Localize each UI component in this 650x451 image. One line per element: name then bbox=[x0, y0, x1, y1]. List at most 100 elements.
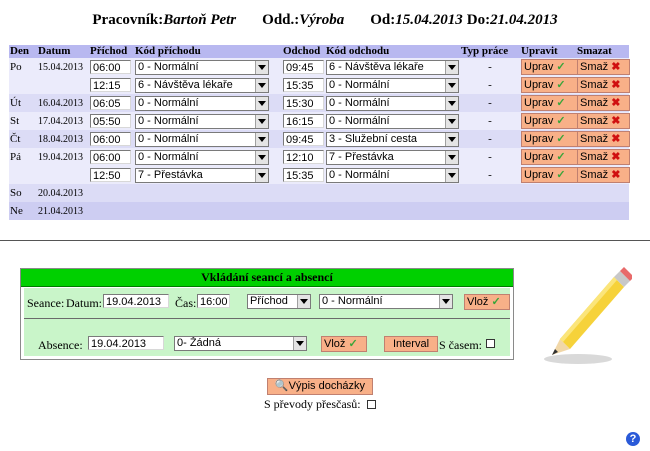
edit-button[interactable]: Uprav ✓ bbox=[521, 149, 579, 165]
departure-time-input[interactable]: 15:35 bbox=[283, 168, 324, 182]
arrival-time-input[interactable]: 06:00 bbox=[90, 150, 131, 164]
departure-code-value: 0 - Normální bbox=[329, 96, 390, 109]
seance-time-input[interactable]: 16:00 bbox=[197, 294, 230, 308]
delete-cell: Smaž ✖ bbox=[576, 76, 630, 94]
edit-label: Uprav bbox=[524, 169, 554, 181]
col-header-date: Datum bbox=[37, 45, 89, 58]
departure-code-select[interactable]: 0 - Normální bbox=[326, 113, 459, 129]
date-cell: 20.04.2013 bbox=[37, 184, 89, 202]
arrival-code-select[interactable]: 0 - Normální bbox=[135, 95, 269, 111]
arrival-code-select[interactable]: 0 - Normální bbox=[135, 113, 269, 129]
edit-button[interactable]: Uprav ✓ bbox=[521, 131, 579, 147]
delete-button[interactable]: Smaž ✖ bbox=[577, 167, 630, 183]
work-type-cell: - bbox=[460, 148, 520, 166]
edit-label: Uprav bbox=[524, 61, 554, 73]
delete-button[interactable]: Smaž ✖ bbox=[577, 149, 630, 165]
day-label: Po bbox=[10, 61, 22, 73]
arrival-code-select[interactable]: 0 - Normální bbox=[135, 131, 269, 147]
arrival-code-cell: 0 - Normální bbox=[134, 94, 282, 112]
arrival-time-input[interactable]: 06:00 bbox=[90, 60, 131, 74]
day-label: Ne bbox=[10, 205, 23, 217]
report-button[interactable]: 🔍Výpis docházky bbox=[267, 378, 373, 395]
departure-code-select[interactable]: 6 - Návštěva lékaře bbox=[326, 59, 459, 75]
delete-label: Smaž bbox=[580, 61, 609, 73]
arrival-time-input[interactable]: 06:00 bbox=[90, 132, 131, 146]
check-icon: ✓ bbox=[491, 296, 501, 308]
arrival-time-input[interactable]: 12:50 bbox=[90, 168, 131, 182]
edit-label: Uprav bbox=[524, 151, 554, 163]
departure-code-select[interactable]: 3 - Služební cesta bbox=[326, 131, 459, 147]
delete-button[interactable]: Smaž ✖ bbox=[577, 113, 630, 129]
departure-code-select[interactable]: 7 - Přestávka bbox=[326, 149, 459, 165]
arrival-time-input[interactable]: 06:05 bbox=[90, 96, 131, 110]
arrival-time-input[interactable]: 05:50 bbox=[90, 114, 131, 128]
edit-cell: Uprav ✓ bbox=[520, 148, 579, 166]
arrival-code-select[interactable]: 6 - Návštěva lékaře bbox=[135, 77, 269, 93]
departure-code-select[interactable]: 0 - Normální bbox=[326, 77, 459, 93]
departure-code-select[interactable]: 0 - Normální bbox=[326, 95, 459, 111]
delete-label: Smaž bbox=[580, 133, 609, 145]
col-header-delete: Smazat bbox=[576, 45, 629, 58]
departure-code-select[interactable]: 0 - Normální bbox=[326, 167, 459, 183]
delete-cell: Smaž ✖ bbox=[576, 94, 630, 112]
insert-absence-button[interactable]: Vlož ✓ bbox=[321, 336, 367, 352]
departure-time-input[interactable]: 09:45 bbox=[283, 132, 324, 146]
date-label: 21.04.2013 bbox=[38, 206, 83, 217]
day-cell: Út bbox=[9, 94, 37, 112]
interval-button[interactable]: Interval bbox=[384, 336, 438, 352]
edit-cell: Uprav ✓ bbox=[520, 76, 579, 94]
work-type-value: - bbox=[488, 115, 492, 127]
departure-code-cell: 7 - Přestávka bbox=[325, 148, 460, 166]
departure-cell: 09:45 bbox=[282, 58, 325, 76]
departure-code-cell: 0 - Normální bbox=[325, 166, 460, 184]
delete-button[interactable]: Smaž ✖ bbox=[577, 95, 630, 111]
day-cell: St bbox=[9, 112, 37, 130]
seance-date-input[interactable]: 19.04.2013 bbox=[103, 294, 169, 308]
arrival-cell: 06:00 bbox=[89, 130, 134, 148]
departure-time-input[interactable]: 09:45 bbox=[283, 60, 324, 74]
table-row: Čt 18.04.2013 06:00 0 - Normální 09:45 3 - Sl… bbox=[9, 130, 630, 148]
edit-button[interactable]: Uprav ✓ bbox=[521, 167, 579, 183]
absence-date-input[interactable]: 19.04.2013 bbox=[88, 336, 164, 350]
delete-label: Smaž bbox=[580, 151, 609, 163]
departure-time-input[interactable]: 15:30 bbox=[283, 96, 324, 110]
arrival-code-cell: 0 - Normální bbox=[134, 130, 282, 148]
arrival-code-value: 0 - Normální bbox=[138, 60, 199, 73]
insert-seance-button[interactable]: Vlož ✓ bbox=[464, 294, 510, 310]
edit-button[interactable]: Uprav ✓ bbox=[521, 59, 579, 75]
departure-time-input[interactable]: 15:35 bbox=[283, 78, 324, 92]
check-icon: ✓ bbox=[556, 79, 566, 91]
overtime-checkbox[interactable] bbox=[367, 400, 376, 409]
arrival-code-cell: 0 - Normální bbox=[134, 58, 282, 76]
col-header-edit: Upravit bbox=[520, 45, 576, 58]
delete-button[interactable]: Smaž ✖ bbox=[577, 77, 630, 93]
absence-select[interactable]: 0- Žádná bbox=[174, 336, 307, 351]
to-date: 21.04.2013 bbox=[490, 12, 558, 28]
x-icon: ✖ bbox=[611, 115, 621, 127]
help-icon[interactable]: ? bbox=[626, 432, 640, 446]
edit-button[interactable]: Uprav ✓ bbox=[521, 113, 579, 129]
date-label: 15.04.2013 bbox=[38, 62, 83, 73]
delete-button[interactable]: Smaž ✖ bbox=[577, 59, 630, 75]
seance-code-select[interactable]: 0 - Normální bbox=[319, 294, 453, 309]
arrival-time-input[interactable]: 12:15 bbox=[90, 78, 131, 92]
arrival-code-value: 0 - Normální bbox=[138, 132, 199, 145]
arrival-code-select[interactable]: 0 - Normální bbox=[135, 149, 269, 165]
with-time-checkbox[interactable] bbox=[486, 339, 495, 348]
arrival-code-select[interactable]: 7 - Přestávka bbox=[135, 167, 269, 183]
insert-panel: Vkládání seancí a absencí Seance: Datum:… bbox=[20, 268, 514, 360]
date-cell bbox=[37, 76, 89, 94]
delete-button[interactable]: Smaž ✖ bbox=[577, 131, 630, 147]
work-type-value: - bbox=[488, 79, 492, 91]
departure-cell: 09:45 bbox=[282, 130, 325, 148]
departure-time-input[interactable]: 16:15 bbox=[283, 114, 324, 128]
day-cell bbox=[9, 76, 37, 94]
edit-button[interactable]: Uprav ✓ bbox=[521, 95, 579, 111]
arrival-code-select[interactable]: 0 - Normální bbox=[135, 59, 269, 75]
departure-time-input[interactable]: 12:10 bbox=[283, 150, 324, 164]
direction-select[interactable]: Příchod bbox=[247, 294, 311, 309]
departure-cell: 12:10 bbox=[282, 148, 325, 166]
edit-button[interactable]: Uprav ✓ bbox=[521, 77, 579, 93]
date-cell: 15.04.2013 bbox=[37, 58, 89, 76]
arrival-cell: 06:05 bbox=[89, 94, 134, 112]
